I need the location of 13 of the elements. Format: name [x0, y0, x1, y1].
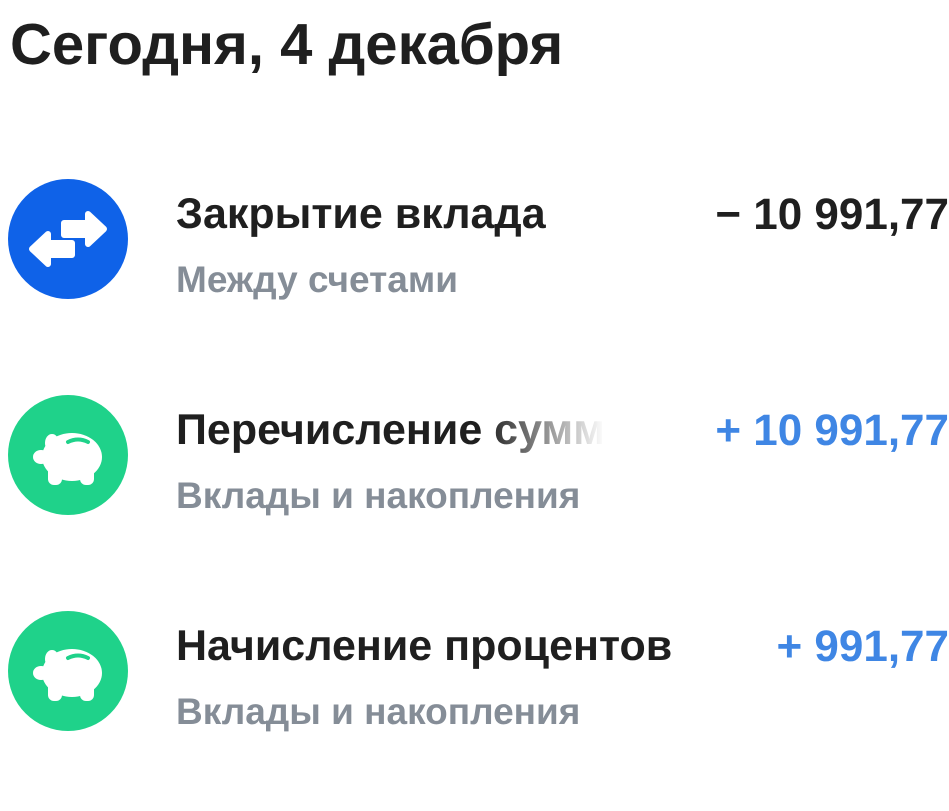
piggy-bank-icon: [8, 610, 128, 731]
operation-category: Между счетами: [176, 260, 459, 301]
operation-amount: − 10 991,77: [715, 188, 949, 240]
piggy-bank-icon: [8, 394, 128, 515]
date-header: Сегодня, 4 декабря: [10, 12, 564, 79]
operation-amount: + 10 991,77: [715, 404, 949, 456]
operation-title: Начисление процентов: [176, 622, 672, 670]
operation-title: Перечисление сумм: [176, 406, 606, 454]
operation-category: Вклады и накопления: [176, 692, 582, 733]
operation-category: Вклады и накопления: [176, 476, 582, 517]
operation-title: Закрытие вклада: [176, 190, 546, 238]
transfer-arrows-icon: [8, 178, 128, 299]
operation-amount: + 991,77: [776, 620, 949, 672]
